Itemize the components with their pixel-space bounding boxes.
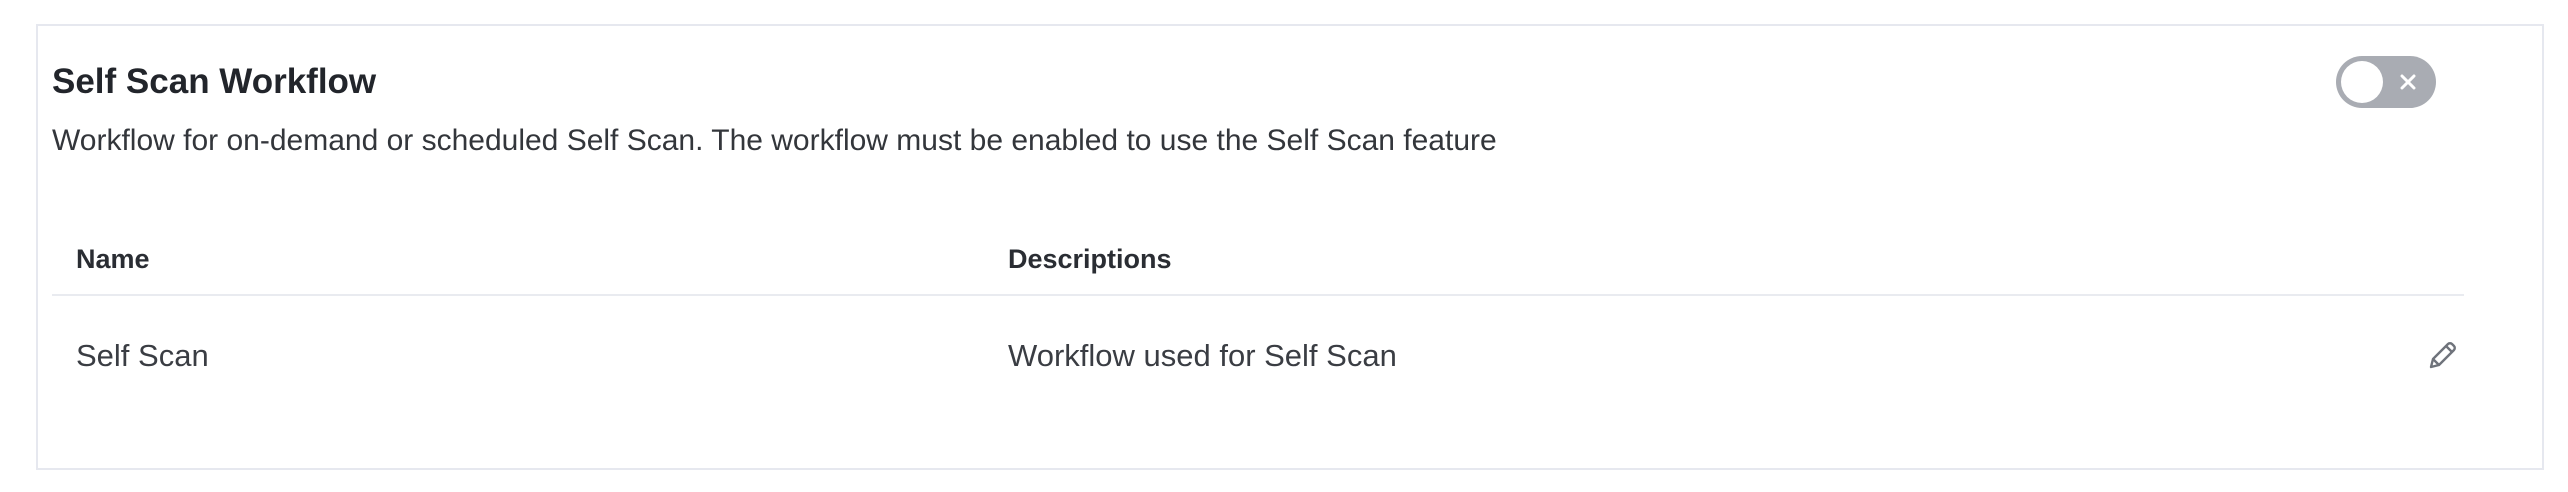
toggle-knob [2341, 61, 2383, 103]
workflow-title: Self Scan Workflow [52, 62, 377, 101]
workflow-enable-toggle[interactable] [2336, 56, 2436, 108]
column-header-descriptions: Descriptions [1008, 244, 1172, 274]
column-header-name: Name [76, 244, 150, 274]
workflow-description-cell: Workflow used for Self Scan [1008, 338, 1397, 373]
close-icon [2400, 74, 2416, 90]
workflow-description: Workflow for on-demand or scheduled Self… [52, 124, 1497, 157]
workflow-name-cell: Self Scan [76, 338, 209, 373]
table-row: Self Scan Workflow used for Self Scan [52, 296, 2464, 406]
pencil-icon[interactable] [2422, 336, 2462, 376]
table-header: Name Descriptions [52, 214, 2464, 296]
